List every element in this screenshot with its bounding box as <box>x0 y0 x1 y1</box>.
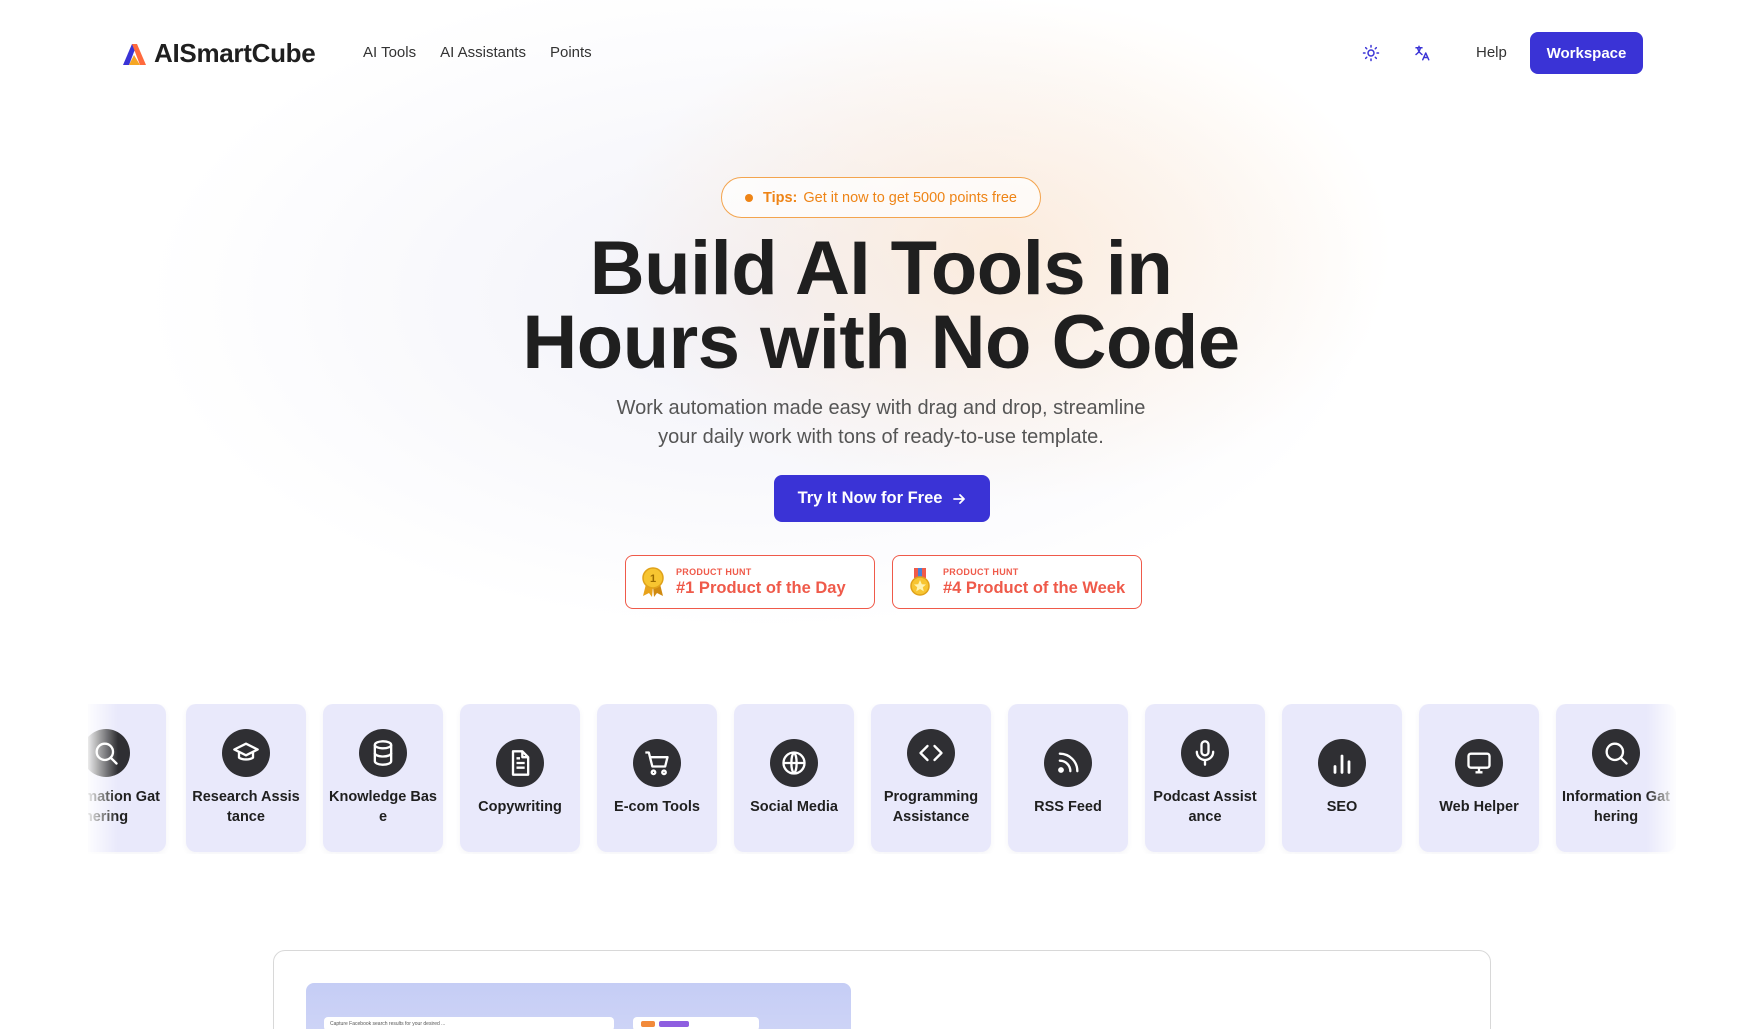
main-nav: AI Tools AI Assistants Points <box>363 44 592 61</box>
database-icon <box>359 729 407 777</box>
category-label: Copywriting <box>478 799 562 815</box>
globe-icon <box>770 739 818 787</box>
brand-name: AISmartCube <box>154 38 316 68</box>
category-card-knowledge-base[interactable]: Knowledge Base <box>323 704 443 852</box>
svg-text:1: 1 <box>650 573 656 585</box>
category-card-web-helper[interactable]: Web Helper <box>1419 704 1539 852</box>
badge-text: PRODUCT HUNT #1 Product of the Day <box>676 567 846 598</box>
category-label: Podcast Assistance <box>1153 789 1257 825</box>
nav-points[interactable]: Points <box>550 44 592 61</box>
tips-label: Tips: <box>763 189 798 206</box>
badge-text: PRODUCT HUNT #4 Product of the Week <box>943 567 1125 598</box>
gold-medal-icon: 1 <box>642 567 664 597</box>
category-label: Social Media <box>750 799 838 815</box>
graduation-cap-icon <box>222 729 270 777</box>
category-label: Information Gathering <box>1562 789 1670 825</box>
category-label: Web Helper <box>1439 799 1519 815</box>
ribbon-medal-icon <box>910 568 930 596</box>
sun-icon <box>1362 44 1380 62</box>
try-free-button[interactable]: Try It Now for Free <box>774 475 990 522</box>
category-card-social-media[interactable]: Social Media <box>734 704 854 852</box>
category-label: Knowledge Base <box>329 789 437 825</box>
site-header: AISmartCube AI Tools AI Assistants Point… <box>0 0 1762 106</box>
preview-node-tag <box>659 1021 689 1027</box>
badge-source: PRODUCT HUNT <box>676 566 752 577</box>
category-label: SEO <box>1326 799 1358 815</box>
category-label: Programming Assistance <box>883 789 979 825</box>
badge-title: #4 Product of the Week <box>943 578 1126 597</box>
category-card-research-assistance[interactable]: Research Assistance <box>186 704 306 852</box>
language-button[interactable] <box>1409 40 1435 66</box>
preview-node-card <box>633 1017 759 1029</box>
hero-subtitle: Work automation made easy with drag and … <box>581 394 1181 452</box>
microphone-icon <box>1181 729 1229 777</box>
product-hunt-week-badge[interactable]: PRODUCT HUNT #4 Product of the Week <box>892 555 1142 609</box>
category-card-information-gathering-2[interactable]: Information Gathering <box>1556 704 1676 852</box>
hero-title-line2: Hours with No Code <box>522 300 1240 385</box>
logo[interactable]: AISmartCube <box>120 38 316 69</box>
tips-pill[interactable]: Tips: Get it now to get 5000 points free <box>721 177 1041 218</box>
badge-source: PRODUCT HUNT <box>943 566 1019 577</box>
tips-text: Get it now to get 5000 points free <box>803 189 1017 206</box>
badge-title: #1 Product of the Day <box>676 578 846 597</box>
rss-icon <box>1044 739 1092 787</box>
nav-ai-assistants[interactable]: AI Assistants <box>440 44 526 61</box>
arrow-right-icon <box>953 493 966 504</box>
tips-dot <box>745 193 753 202</box>
nav-ai-tools[interactable]: AI Tools <box>363 44 416 61</box>
code-icon <box>907 729 955 777</box>
category-card-podcast-assistance[interactable]: Podcast Assistance <box>1145 704 1265 852</box>
document-icon <box>496 739 544 787</box>
hero-subtitle-line1: Work automation made easy with drag and … <box>616 397 1146 419</box>
category-card-seo[interactable]: SEO <box>1282 704 1402 852</box>
workflow-screenshot: Capture Facebook search results for your… <box>306 983 851 1029</box>
category-card-programming-assistance[interactable]: Programming Assistance <box>871 704 991 852</box>
category-carousel[interactable]: Information Gathering Research Assistanc… <box>88 704 1676 854</box>
hero-title-line1: Build AI Tools in <box>589 226 1173 311</box>
category-label: Research Assistance <box>192 789 300 825</box>
category-label: Information Gathering <box>88 789 160 825</box>
cart-icon <box>633 739 681 787</box>
preview-search-text: Capture Facebook search results for your… <box>330 1021 446 1027</box>
hero-subtitle-line2: your daily work with tons of ready-to-us… <box>658 426 1104 448</box>
category-card-rss-feed[interactable]: RSS Feed <box>1008 704 1128 852</box>
category-card-copywriting[interactable]: Copywriting <box>460 704 580 852</box>
preview-search-bar: Capture Facebook search results for your… <box>324 1017 614 1029</box>
category-card-information-gathering[interactable]: Information Gathering <box>88 704 166 852</box>
search-icon <box>88 729 130 777</box>
try-free-label: Try It Now for Free <box>797 489 943 507</box>
search-icon <box>1592 729 1640 777</box>
logo-icon <box>123 43 146 65</box>
preview-node-tag <box>641 1021 655 1027</box>
hero-title: Build AI Tools in Hours with No Code <box>381 226 1381 385</box>
bar-chart-icon <box>1318 739 1366 787</box>
theme-toggle-button[interactable] <box>1358 40 1384 66</box>
category-label: E-com Tools <box>614 799 700 815</box>
monitor-icon <box>1455 739 1503 787</box>
category-label: RSS Feed <box>1034 799 1102 815</box>
workflow-preview-card: Capture Facebook search results for your… <box>273 950 1491 1029</box>
product-hunt-day-badge[interactable]: 1 PRODUCT HUNT #1 Product of the Day <box>625 555 875 609</box>
translate-icon <box>1415 45 1430 61</box>
workspace-button[interactable]: Workspace <box>1530 32 1643 74</box>
help-link[interactable]: Help <box>1476 44 1507 61</box>
category-card-ecom-tools[interactable]: E-com Tools <box>597 704 717 852</box>
